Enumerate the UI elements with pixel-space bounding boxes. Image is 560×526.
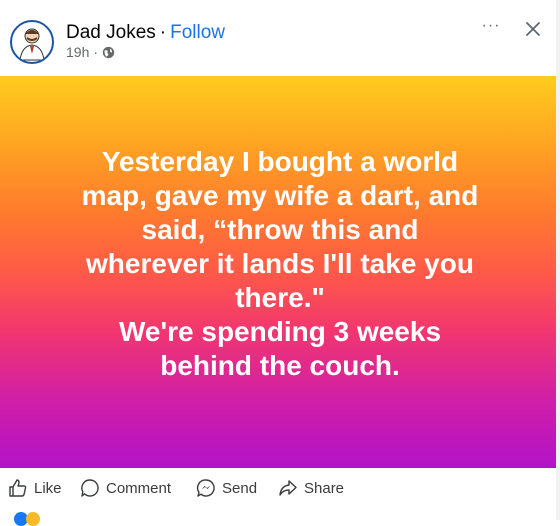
send-label: Send: [222, 479, 258, 497]
scroll-edge: [556, 0, 560, 520]
send-button[interactable]: Send: [196, 476, 257, 500]
page-title: Dad Jokes · Follow: [66, 22, 225, 44]
reactions-row: [0, 508, 560, 520]
share-button[interactable]: Share: [278, 476, 344, 500]
post-text-card: Yesterday I bought a world map, gave my …: [0, 76, 560, 468]
post-text-line: wherever it lands I'll take you: [86, 248, 474, 279]
page-name-link[interactable]: Dad Jokes: [66, 22, 156, 43]
post-text-line: Yesterday I bought a world: [101, 146, 459, 177]
post-text-line: behind the couch.: [160, 350, 400, 381]
share-icon: [279, 480, 297, 496]
haha-reaction-icon: [26, 512, 40, 526]
post-text-line: map, gave my wife a dart, and: [81, 180, 479, 211]
more-options-icon[interactable]: ···: [480, 18, 502, 38]
close-icon[interactable]: [522, 18, 544, 40]
post-text-line: there.": [235, 282, 325, 313]
post-time[interactable]: 19h: [66, 44, 89, 60]
post-text-line: said, “throw this and: [141, 214, 419, 245]
post-action-bar: Like Comment Send Share: [0, 468, 560, 508]
post-text-line: We're spending 3 weeks: [118, 316, 442, 347]
messenger-icon: [196, 479, 215, 497]
post-header: Dad Jokes · Follow 19h · ···: [0, 0, 560, 76]
comment-button[interactable]: Comment: [80, 476, 171, 500]
post-meta: 19h ·: [66, 44, 115, 60]
comment-icon: [81, 479, 99, 497]
follow-button[interactable]: Follow: [170, 22, 225, 43]
post-text: Yesterday I bought a world map, gave my …: [30, 145, 530, 383]
comment-label: Comment: [106, 479, 172, 497]
page-avatar[interactable]: [10, 20, 54, 64]
avatar-illustration: [19, 28, 45, 61]
like-label: Like: [34, 479, 62, 497]
thumbs-up-icon: [9, 479, 27, 497]
meta-separator: ·: [93, 44, 99, 60]
share-label: Share: [304, 479, 345, 497]
like-button[interactable]: Like: [8, 476, 62, 500]
globe-icon: [102, 46, 115, 58]
name-separator: ·: [159, 22, 167, 43]
